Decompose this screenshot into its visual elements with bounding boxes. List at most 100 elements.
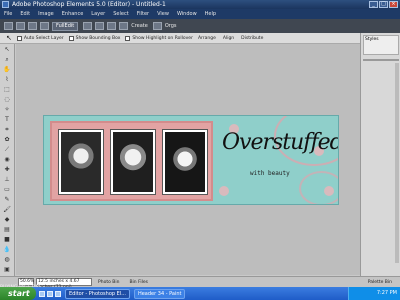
options-bar: ↖ Auto Select Layer Show Bounding Box Sh…: [0, 33, 360, 44]
status-bar: 50.6% 12.5 inches x 4.67 inches (72 ppi)…: [0, 276, 400, 290]
menu-select[interactable]: Select: [113, 11, 128, 17]
open-icon[interactable]: [16, 22, 25, 30]
clone-stamp-tool-icon[interactable]: ⊥: [2, 175, 12, 184]
close-button[interactable]: ×: [389, 1, 398, 8]
magic-wand-tool-icon[interactable]: ✧: [2, 105, 12, 114]
brush-tool-icon[interactable]: 🖌: [2, 205, 12, 214]
menu-view[interactable]: View: [157, 11, 169, 17]
menu-image[interactable]: Image: [38, 11, 54, 17]
color-swatches-icon[interactable]: ▣: [2, 265, 12, 274]
monitor-icon[interactable]: [152, 22, 162, 30]
menu-filter[interactable]: Filter: [137, 11, 149, 17]
palette-bin-label[interactable]: Palette Bin: [368, 280, 392, 285]
distribute-dropdown[interactable]: Distribute: [241, 36, 263, 41]
photo-panel[interactable]: [50, 121, 213, 201]
styles-label: Styles: [365, 37, 379, 42]
gradient-tool-icon[interactable]: ▤: [2, 225, 12, 234]
organizer-icon[interactable]: [107, 22, 117, 30]
arrange-dropdown[interactable]: Arrange: [198, 36, 216, 41]
pencil-tool-icon[interactable]: ✎: [2, 195, 12, 204]
menu-layer[interactable]: Layer: [91, 11, 105, 17]
menu-bar: File Edit Image Enhance Layer Select Fil…: [0, 9, 400, 27]
title-bar: Adobe Photoshop Elements 5.0 (Editor) - …: [0, 0, 400, 9]
shortcuts-bar: FullEdit Create Orgs: [0, 19, 400, 33]
bin-files-label[interactable]: Bin Files: [129, 280, 148, 285]
minimize-button[interactable]: _: [369, 1, 378, 8]
menu-file[interactable]: File: [4, 11, 12, 17]
highlight-label: Show Highlight on Rollover: [132, 35, 193, 41]
palette-bin: Styles: [360, 33, 400, 276]
document-size: 12.5 inches x 4.67 inches (72 ppi): [36, 278, 92, 290]
healing-brush-tool-icon[interactable]: ✚: [2, 165, 12, 174]
bounding-box-checkbox[interactable]: [68, 35, 74, 41]
save-icon[interactable]: [28, 22, 37, 30]
paint-bucket-tool-icon[interactable]: ◆: [2, 215, 12, 224]
undo-icon[interactable]: [83, 22, 93, 30]
taskbar-task-editor[interactable]: Editor - Photoshop El...: [65, 288, 130, 299]
system-tray: 7:27 PM: [348, 287, 400, 300]
window-controls: _ □ ×: [369, 1, 398, 8]
hand-tool-icon[interactable]: ✋: [2, 65, 12, 74]
quick-launch-icon[interactable]: [47, 290, 53, 297]
auto-select-checkbox[interactable]: [16, 35, 22, 41]
photo-image: [61, 132, 101, 192]
highlight-checkbox[interactable]: [125, 35, 131, 41]
toolbox: ↖ ⌕ ✋ ⌇ ⬚ ◌ ✧ T ⌗ ✿ ⟋ ◉ ✚ ⊥ ▭ ✎ 🖌 ◆ ▤ ■ …: [0, 44, 15, 276]
create-button[interactable]: Create: [131, 23, 148, 29]
subhead-text[interactable]: with beauty: [250, 170, 290, 177]
red-eye-tool-icon[interactable]: ◉: [2, 155, 12, 164]
window-title: Adobe Photoshop Elements 5.0 (Editor) - …: [12, 1, 166, 8]
windows-taskbar: start Editor - Photoshop El... Header 34…: [0, 287, 400, 300]
menu-enhance[interactable]: Enhance: [62, 11, 84, 17]
zoom-tool-icon[interactable]: ⌕: [2, 55, 12, 64]
clock: 7:27 PM: [376, 290, 397, 296]
taskbar-task-paint[interactable]: Header 34 - Paint: [133, 288, 186, 299]
photo-image: [165, 132, 205, 192]
help-icon[interactable]: [119, 22, 129, 30]
align-dropdown[interactable]: Align: [223, 36, 234, 41]
quick-launch: [39, 290, 61, 297]
shape-tool-icon[interactable]: ■: [2, 235, 12, 244]
sponge-tool-icon[interactable]: ◍: [2, 255, 12, 264]
auto-select-label: Auto Select Layer: [23, 35, 64, 41]
document-canvas[interactable]: Overstuffed with beauty: [43, 115, 339, 205]
crop-tool-icon[interactable]: ⌗: [2, 125, 12, 134]
blur-tool-icon[interactable]: 💧: [2, 245, 12, 254]
type-tool-icon[interactable]: T: [2, 115, 12, 124]
orgs-button[interactable]: Orgs: [165, 23, 177, 29]
straighten-tool-icon[interactable]: ⟋: [2, 145, 12, 154]
menu-window[interactable]: Window: [177, 11, 197, 17]
print-icon[interactable]: [40, 22, 49, 30]
quick-launch-icon[interactable]: [55, 290, 61, 297]
move-tool-icon[interactable]: ↖: [2, 45, 12, 54]
menu-help[interactable]: Help: [205, 11, 216, 17]
photo-bin-label[interactable]: Photo Bin: [98, 280, 119, 285]
maximize-button[interactable]: □: [379, 1, 388, 8]
full-edit-button[interactable]: FullEdit: [52, 21, 79, 31]
app-icon: [2, 1, 9, 8]
start-button[interactable]: start: [0, 287, 36, 300]
bounding-box-option[interactable]: Show Bounding Box: [68, 35, 121, 41]
photo-child-1[interactable]: [58, 129, 104, 195]
bounding-box-label: Show Bounding Box: [75, 35, 121, 41]
cookie-cutter-tool-icon[interactable]: ✿: [2, 135, 12, 144]
redo-icon[interactable]: [95, 22, 105, 30]
marquee-tool-icon[interactable]: ⬚: [2, 85, 12, 94]
palette-scrollbar[interactable]: [395, 63, 399, 263]
new-icon[interactable]: [4, 22, 13, 30]
eraser-tool-icon[interactable]: ▭: [2, 185, 12, 194]
quick-launch-icon[interactable]: [39, 290, 45, 297]
photo-child-3[interactable]: [162, 129, 208, 195]
photo-child-2[interactable]: [110, 129, 156, 195]
headline-text[interactable]: Overstuffed: [222, 130, 338, 155]
styles-panel[interactable]: Styles: [363, 35, 399, 55]
photoshop-window: Adobe Photoshop Elements 5.0 (Editor) - …: [0, 0, 400, 290]
auto-select-option[interactable]: Auto Select Layer: [16, 35, 64, 41]
photo-image: [113, 132, 153, 192]
eyedropper-tool-icon[interactable]: ⌇: [2, 75, 12, 84]
decorative-dot: [219, 186, 229, 196]
lasso-tool-icon[interactable]: ◌: [2, 95, 12, 104]
move-tool-icon: ↖: [6, 34, 12, 42]
highlight-option[interactable]: Show Highlight on Rollover: [125, 35, 193, 41]
menu-edit[interactable]: Edit: [20, 11, 30, 17]
